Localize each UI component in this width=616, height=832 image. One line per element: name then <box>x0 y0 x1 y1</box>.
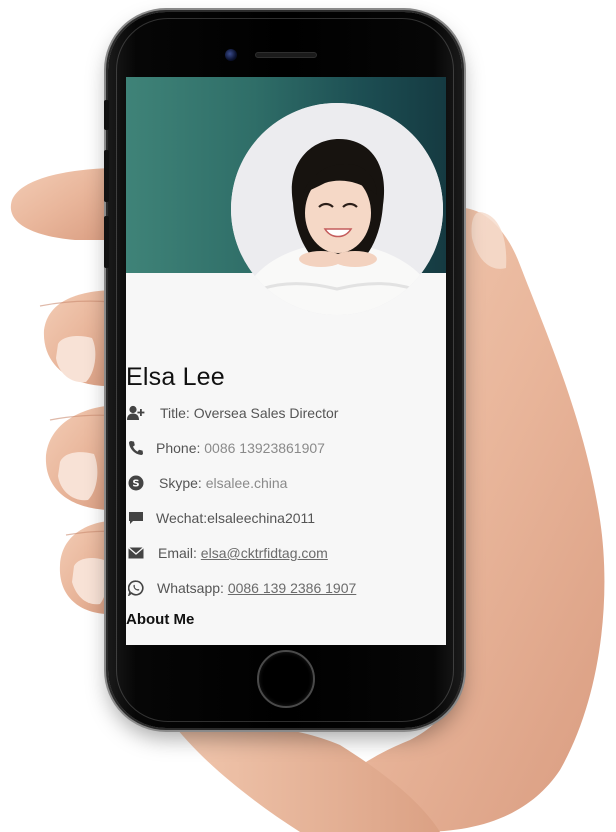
title-text: Title: Oversea Sales Director <box>160 405 338 421</box>
whatsapp-icon <box>126 578 146 598</box>
skype-row: S Skype: elsalee.china <box>126 473 287 493</box>
wechat-label: Wechat: <box>156 510 208 526</box>
skype-value[interactable]: elsalee.china <box>206 475 288 491</box>
svg-text:S: S <box>132 479 139 490</box>
phone-text: Phone: 0086 13923861907 <box>156 440 325 456</box>
about-me-heading: About Me <box>126 611 195 628</box>
whatsapp-row: Whatsapp: 0086 139 2386 1907 <box>126 578 356 598</box>
title-label: Title: <box>160 405 194 421</box>
wechat-value[interactable]: elsaleechina2011 <box>207 510 315 526</box>
mute-switch <box>104 100 109 130</box>
add-user-icon <box>126 403 146 423</box>
email-text: Email: elsa@cktrfidtag.com <box>158 545 328 561</box>
wechat-text: Wechat:elsaleechina2011 <box>156 510 315 526</box>
wechat-row: Wechat:elsaleechina2011 <box>126 508 315 528</box>
earpiece-speaker <box>255 52 317 58</box>
email-label: Email: <box>158 545 201 561</box>
email-row: Email: elsa@cktrfidtag.com <box>126 543 328 563</box>
chat-bubble-icon <box>126 508 146 528</box>
home-button[interactable] <box>257 650 315 708</box>
phone-icon <box>126 438 146 458</box>
profile-name: Elsa Lee <box>126 363 225 391</box>
email-link[interactable]: elsa@cktrfidtag.com <box>201 545 328 561</box>
phone-value[interactable]: 0086 13923861907 <box>204 440 325 456</box>
whatsapp-text: Whatsapp: 0086 139 2386 1907 <box>157 580 356 596</box>
title-value: Oversea Sales Director <box>193 405 339 421</box>
skype-text: Skype: elsalee.china <box>159 475 287 491</box>
volume-up-button <box>104 150 109 202</box>
front-camera <box>225 49 237 61</box>
skype-label: Skype: <box>159 475 206 491</box>
whatsapp-label: Whatsapp: <box>157 580 228 596</box>
phone-row: Phone: 0086 13923861907 <box>126 438 325 458</box>
phone-label: Phone: <box>156 440 205 456</box>
envelope-icon <box>126 543 146 563</box>
title-row: Title: Oversea Sales Director <box>126 403 338 423</box>
phone-screen: Elsa Lee Title: Oversea Sales Director P… <box>126 77 446 645</box>
volume-down-button <box>104 216 109 268</box>
skype-icon: S <box>126 473 146 493</box>
whatsapp-link[interactable]: 0086 139 2386 1907 <box>228 580 356 596</box>
profile-avatar <box>231 103 443 315</box>
